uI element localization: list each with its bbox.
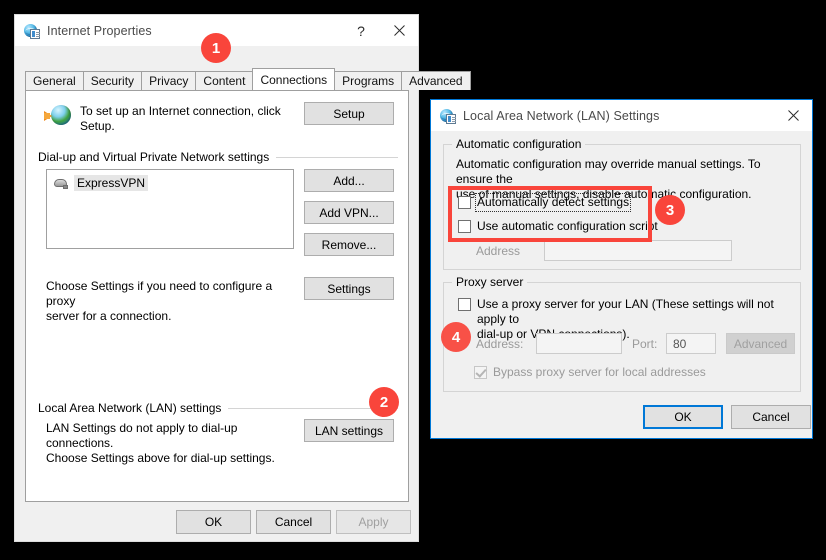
use-automatic-configuration-script-row[interactable]: Use automatic configuration script — [458, 219, 658, 234]
tab-general[interactable]: General — [25, 71, 84, 90]
automatically-detect-settings-checkbox[interactable] — [458, 196, 471, 209]
vpn-connections-list[interactable]: ExpressVPN — [46, 169, 294, 249]
lan-cancel-button[interactable]: Cancel — [731, 405, 811, 429]
annotation-badge-3: 3 — [655, 195, 685, 225]
cancel-button[interactable]: Cancel — [256, 510, 331, 534]
script-address-input[interactable] — [544, 240, 732, 261]
tab-security[interactable]: Security — [82, 71, 143, 90]
close-icon[interactable] — [774, 100, 812, 131]
list-item[interactable]: ExpressVPN — [51, 174, 289, 192]
annotation-badge-2: 2 — [369, 387, 399, 417]
script-address-label: Address — [476, 244, 521, 258]
tab-advanced[interactable]: Advanced — [401, 71, 471, 90]
screenshot-root: Internet Properties ? General Security P… — [0, 0, 826, 560]
automatic-configuration-group: Automatic configuration Automatic config… — [443, 137, 801, 270]
automatic-configuration-legend: Automatic configuration — [452, 137, 586, 151]
use-proxy-server-checkbox[interactable] — [458, 298, 471, 311]
section-rule — [276, 156, 398, 158]
internet-properties-icon — [24, 23, 40, 39]
internet-connection-icon — [44, 104, 72, 130]
setup-description: To set up an Internet connection, click … — [80, 104, 281, 133]
settings-button[interactable]: Settings — [304, 277, 394, 300]
lan-settings-title: Local Area Network (LAN) Settings — [463, 108, 660, 123]
tab-privacy[interactable]: Privacy — [141, 71, 197, 90]
automatically-detect-settings-label: Automatically detect settings — [474, 193, 632, 212]
bypass-proxy-checkbox — [474, 366, 487, 379]
annotation-badge-1: 1 — [201, 33, 231, 63]
help-button[interactable]: ? — [342, 15, 380, 46]
lan-settings-button[interactable]: LAN settings — [304, 419, 394, 442]
tab-programs[interactable]: Programs — [334, 71, 403, 90]
automatically-detect-settings-row[interactable]: Automatically detect settings — [458, 193, 632, 212]
use-automatic-configuration-script-label: Use automatic configuration script — [477, 219, 658, 233]
tab-connections[interactable]: Connections — [252, 68, 336, 90]
bypass-proxy-row: Bypass proxy server for local addresses — [474, 365, 706, 380]
add-button[interactable]: Add... — [304, 169, 394, 192]
vpn-connection-name: ExpressVPN — [74, 175, 149, 191]
close-icon[interactable] — [380, 15, 418, 46]
lan-ok-button[interactable]: OK — [643, 405, 723, 429]
lan-settings-titlebar: Local Area Network (LAN) Settings — [431, 100, 812, 131]
connections-tab-panel: To set up an Internet connection, click … — [25, 90, 409, 502]
bypass-proxy-label: Bypass proxy server for local addresses — [493, 365, 706, 379]
lan-section-header: Local Area Network (LAN) settings — [38, 401, 398, 415]
setup-button[interactable]: Setup — [304, 102, 394, 125]
proxy-server-group: Proxy server Use a proxy server for your… — [443, 275, 801, 392]
annotation-badge-4: 4 — [441, 322, 471, 352]
internet-properties-window-controls: ? — [342, 15, 418, 46]
proxy-settings-hint: Choose Settings if you need to configure… — [46, 279, 273, 323]
lan-settings-window-controls — [774, 100, 812, 131]
internet-properties-title: Internet Properties — [47, 23, 152, 38]
lan-settings-icon — [440, 108, 456, 124]
proxy-address-input[interactable] — [536, 333, 622, 354]
vpn-connection-icon — [53, 176, 69, 190]
use-automatic-configuration-script-checkbox[interactable] — [458, 220, 471, 233]
apply-button: Apply — [336, 510, 411, 534]
proxy-port-label: Port: — [632, 337, 658, 351]
tab-content[interactable]: Content — [195, 71, 254, 90]
advanced-button: Advanced — [726, 333, 795, 354]
dialup-section-header: Dial-up and Virtual Private Network sett… — [38, 150, 398, 164]
lan-settings-hint: LAN Settings do not apply to dial-up con… — [46, 421, 275, 465]
proxy-port-input[interactable]: 80 — [666, 333, 716, 354]
dialup-section-label: Dial-up and Virtual Private Network sett… — [38, 150, 270, 164]
proxy-server-legend: Proxy server — [452, 275, 528, 289]
lan-section-label: Local Area Network (LAN) settings — [38, 401, 222, 415]
add-vpn-button[interactable]: Add VPN... — [304, 201, 394, 224]
internet-properties-tabstrip: General Security Privacy Content Connect… — [15, 68, 471, 90]
proxy-address-label: Address: — [476, 337, 524, 351]
lan-settings-dialog: Local Area Network (LAN) Settings Automa… — [430, 99, 813, 439]
ok-button[interactable]: OK — [176, 510, 251, 534]
internet-properties-dialog: Internet Properties ? General Security P… — [14, 14, 471, 542]
remove-button[interactable]: Remove... — [304, 233, 394, 256]
